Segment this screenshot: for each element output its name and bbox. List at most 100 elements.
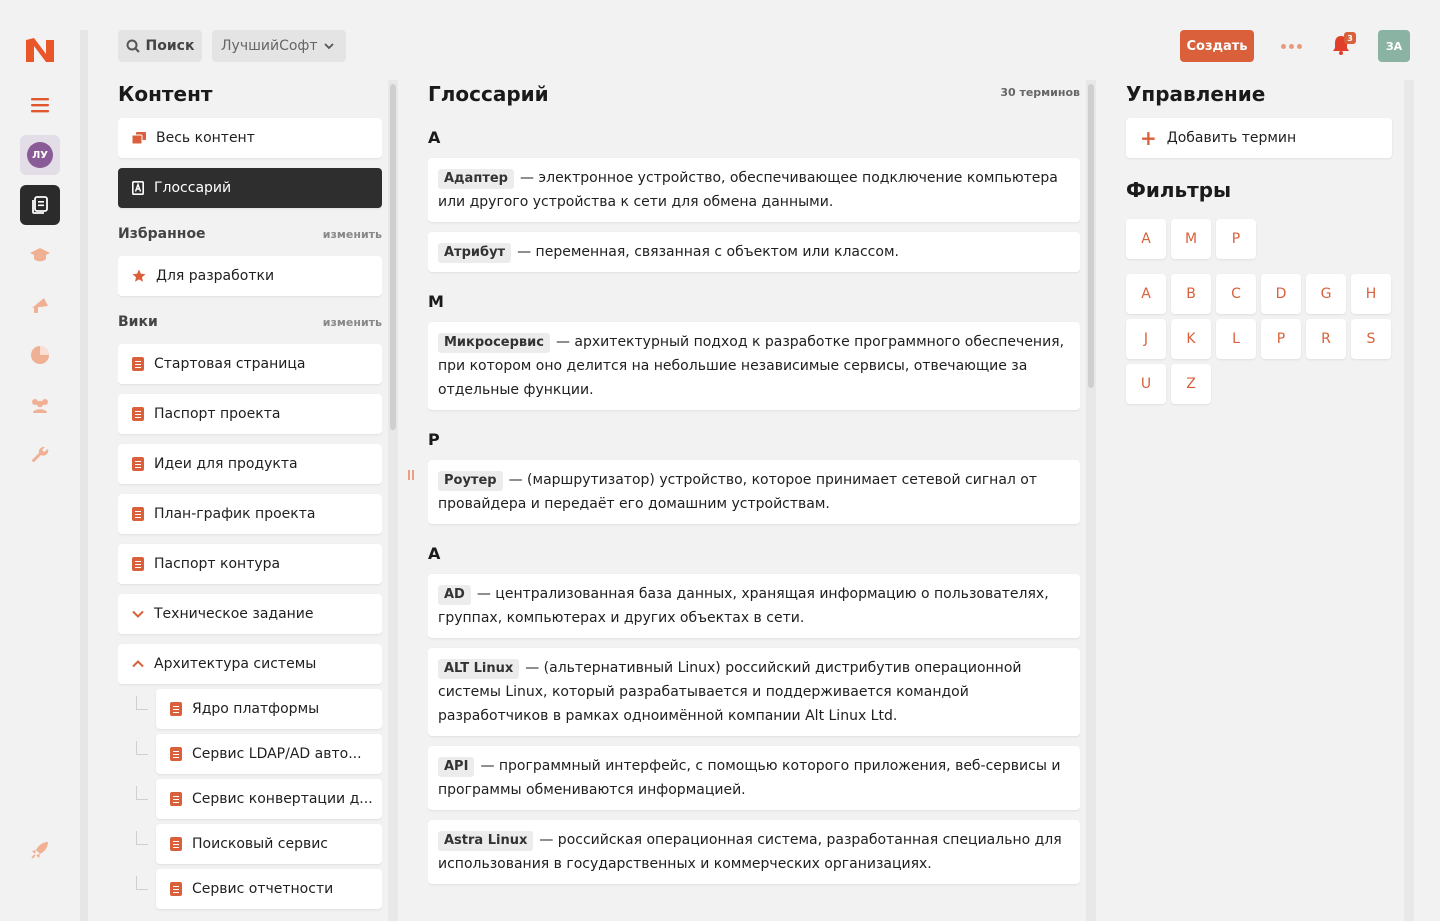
users-icon[interactable] — [20, 385, 60, 425]
wrench-icon[interactable] — [20, 435, 60, 475]
scrollbar-thumb[interactable] — [1088, 84, 1094, 388]
term-tag: Роутер — [438, 471, 503, 491]
document-icon — [132, 357, 144, 371]
glossary-term[interactable]: API — программный интерфейс, с помощью ко… — [428, 746, 1080, 810]
arch-child-label: Поисковый сервис — [192, 836, 329, 852]
term-definition: — (альтернативный Linux) российский дист… — [438, 660, 1022, 724]
filter-letter-button[interactable]: S — [1351, 319, 1391, 359]
favorite-item[interactable]: Для разработки — [118, 256, 382, 296]
notifications-button[interactable]: 3 — [1330, 32, 1356, 58]
glossary-term[interactable]: AD — централизованная база данных, хранящ… — [428, 574, 1080, 638]
filter-letter-button[interactable]: J — [1126, 319, 1166, 359]
glossary-term[interactable]: Astra Linux — российская операционная сис… — [428, 820, 1080, 884]
menu-icon[interactable] — [20, 85, 60, 125]
drag-handle-icon[interactable] — [408, 470, 416, 482]
filter-letter-button[interactable]: U — [1126, 364, 1166, 404]
scrollbar-thumb[interactable] — [390, 84, 396, 430]
term-definition: — программный интерфейс, с помощью котор… — [438, 758, 1061, 798]
arch-child-item[interactable]: Ядро платформы — [156, 689, 382, 729]
favorites-title: Избранное — [118, 226, 206, 242]
glossary-label: Глоссарий — [154, 180, 232, 196]
filter-letter-button[interactable]: B — [1171, 274, 1211, 314]
favorites-edit-link[interactable]: изменить — [323, 228, 382, 241]
term-tag: AD — [438, 585, 471, 605]
app-rail: ЛУ — [0, 0, 80, 921]
term-definition: — централизованная база данных, хранящая… — [438, 586, 1049, 626]
letter-heading: А — [428, 128, 441, 147]
term-tag: API — [438, 757, 475, 777]
document-icon — [132, 557, 144, 571]
glossary-term[interactable]: Атрибут — переменная, связанная с объекто… — [428, 232, 1080, 272]
document-icon — [132, 457, 144, 471]
wiki-item[interactable]: Стартовая страница — [118, 344, 382, 384]
filter-letter-button[interactable]: М — [1171, 219, 1211, 259]
glossary-term[interactable]: Роутер — (маршрутизатор) устройство, кото… — [428, 460, 1080, 524]
filters-title: Фильтры — [1126, 178, 1232, 202]
filter-letter-button[interactable]: A — [1126, 274, 1166, 314]
filter-letter-button[interactable]: А — [1126, 219, 1166, 259]
glossary-item[interactable]: Глоссарий — [118, 168, 382, 208]
filter-letter-button[interactable]: Z — [1171, 364, 1211, 404]
arch-child-label: Сервис LDAP/AD авто... — [192, 746, 362, 762]
add-term-label: Добавить термин — [1166, 130, 1297, 146]
filter-letter-button[interactable]: H — [1351, 274, 1391, 314]
filter-letter-button[interactable]: L — [1216, 319, 1256, 359]
tree-connector — [136, 741, 148, 755]
filter-letter-button[interactable]: Р — [1216, 219, 1256, 259]
term-tag: Адаптер — [438, 169, 514, 189]
app-logo[interactable] — [24, 36, 56, 64]
content-scrollbar[interactable] — [388, 80, 398, 921]
tech-spec-item[interactable]: Техническое задание — [118, 594, 382, 634]
term-tag: Микросервис — [438, 333, 550, 353]
arch-child-item[interactable]: Сервис конвертации д... — [156, 779, 382, 819]
glossary-term[interactable]: ALT Linux — (альтернативный Linux) россий… — [428, 648, 1080, 736]
megaphone-icon[interactable] — [20, 285, 60, 325]
filter-letter-button[interactable]: D — [1261, 274, 1301, 314]
term-tag: ALT Linux — [438, 659, 520, 679]
glossary-scrollbar[interactable] — [1086, 80, 1096, 921]
wiki-item[interactable]: Паспорт контура — [118, 544, 382, 584]
filter-letter-button[interactable]: P — [1261, 319, 1301, 359]
space-avatar[interactable]: ЛУ — [20, 135, 60, 175]
more-icon[interactable] — [1278, 38, 1304, 54]
architecture-item[interactable]: Архитектура системы — [118, 644, 382, 684]
glossary-term[interactable]: Микросервис — архитектурный подход к разр… — [428, 322, 1080, 410]
star-icon — [132, 269, 146, 282]
arch-child-label: Сервис конвертации д... — [192, 791, 373, 807]
pie-chart-icon[interactable] — [20, 335, 60, 375]
document-icon — [170, 747, 182, 761]
graduation-cap-icon[interactable] — [20, 235, 60, 275]
arch-child-item[interactable]: Сервис LDAP/AD авто... — [156, 734, 382, 774]
user-avatar[interactable]: ЗА — [1378, 30, 1410, 62]
all-content-item[interactable]: Весь контент — [118, 118, 382, 158]
management-scrollbar[interactable] — [1404, 80, 1414, 921]
rocket-icon[interactable] — [20, 830, 60, 870]
wiki-item[interactable]: Паспорт проекта — [118, 394, 382, 434]
org-select[interactable]: ЛучшийСофт — [212, 30, 346, 62]
glossary-term[interactable]: Адаптер — электронное устройство, обеспеч… — [428, 158, 1080, 222]
create-button[interactable]: Создать — [1180, 30, 1254, 62]
favorite-label: Для разработки — [156, 268, 275, 284]
wiki-edit-link[interactable]: изменить — [323, 316, 382, 329]
wiki-item[interactable]: Идеи для продукта — [118, 444, 382, 484]
document-icon — [170, 882, 182, 896]
letter-heading: A — [428, 544, 441, 563]
chevron-up-icon — [132, 660, 144, 668]
add-term-button[interactable]: + Добавить термин — [1126, 118, 1392, 158]
wiki-item-label: Паспорт контура — [154, 556, 281, 572]
chevron-down-icon — [132, 610, 144, 618]
arch-child-item[interactable]: Поисковый сервис — [156, 824, 382, 864]
search-button[interactable]: Поиск — [118, 30, 202, 62]
arch-child-label: Сервис отчетности — [192, 881, 334, 897]
tree-connector — [136, 786, 148, 800]
filter-letter-button[interactable]: C — [1216, 274, 1256, 314]
filter-letter-button[interactable]: G — [1306, 274, 1346, 314]
arch-child-item[interactable]: Сервис отчетности — [156, 869, 382, 909]
filter-letter-button[interactable]: K — [1171, 319, 1211, 359]
document-icon — [170, 792, 182, 806]
content-icon[interactable] — [20, 185, 60, 225]
wiki-title: Вики — [118, 314, 158, 330]
filter-letter-button[interactable]: R — [1306, 319, 1346, 359]
wiki-item[interactable]: План-график проекта — [118, 494, 382, 534]
content-title: Контент — [118, 82, 213, 106]
